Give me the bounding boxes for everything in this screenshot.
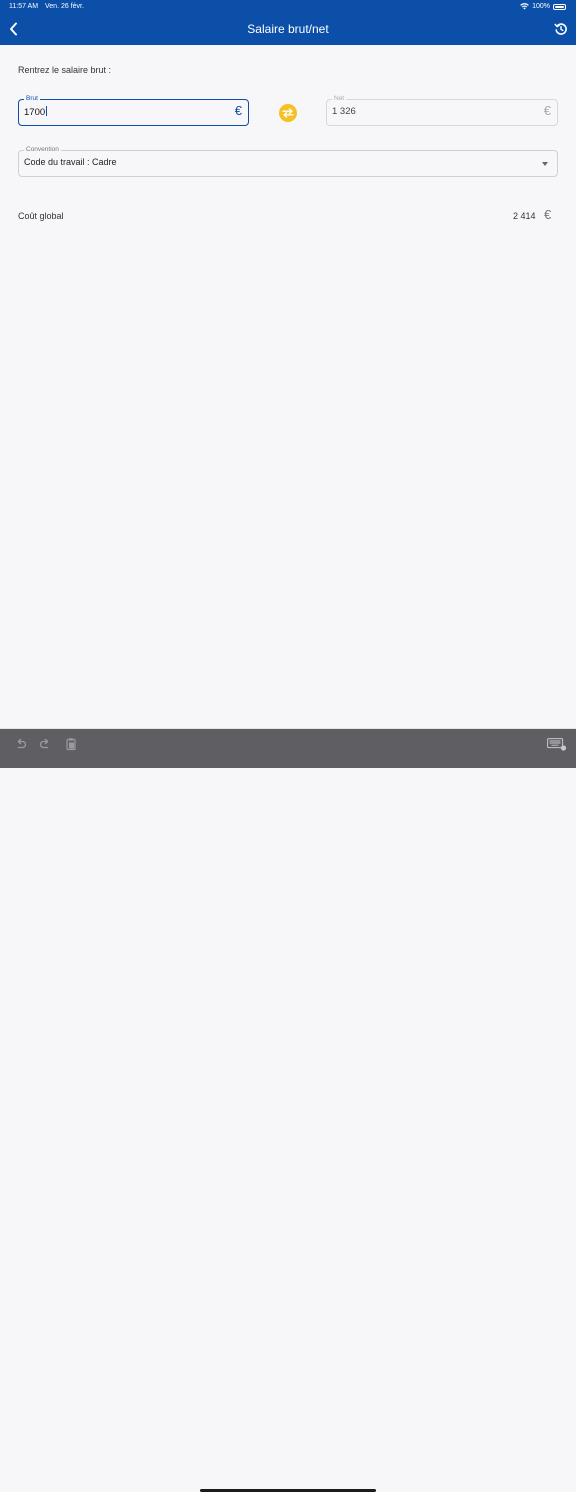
text-cursor xyxy=(46,106,48,116)
wifi-icon xyxy=(520,3,529,10)
euro-icon: € xyxy=(544,207,552,222)
status-time: 11:57 AM xyxy=(9,3,39,10)
paste-icon xyxy=(66,738,76,751)
convention-value: Code du travail : Cadre xyxy=(24,157,117,167)
keyboard-dismiss-button[interactable] xyxy=(547,737,567,751)
status-bar: 11:57 AM Ven. 26 févr. 100% xyxy=(0,0,576,13)
status-date: Ven. 26 févr. xyxy=(45,3,84,10)
undo-icon xyxy=(17,738,27,749)
swap-arrows-icon xyxy=(282,108,294,118)
status-indicators: 100% xyxy=(520,0,566,13)
net-value: 1 326 xyxy=(332,106,356,117)
paste-button[interactable] xyxy=(64,737,78,751)
total-cost-value: 2 414 xyxy=(513,211,536,221)
history-icon xyxy=(554,23,567,35)
brut-value: 1700 xyxy=(24,106,48,118)
redo-icon xyxy=(39,738,49,749)
convention-select[interactable]: Convention Code du travail : Cadre xyxy=(18,146,558,177)
total-cost-label: Coût global xyxy=(18,211,64,221)
net-output[interactable]: Net 1 326 € xyxy=(326,95,558,126)
chevron-down-icon xyxy=(542,162,548,166)
swap-button[interactable] xyxy=(279,104,297,122)
convention-label: Convention xyxy=(24,146,61,153)
navigation-bar: Salaire brut/net xyxy=(0,13,576,45)
brut-input[interactable]: Brut 1700 € xyxy=(18,95,249,126)
keyboard-icon xyxy=(547,738,567,751)
keyboard-toolbar xyxy=(0,729,576,1492)
euro-icon: € xyxy=(543,103,551,118)
battery-percentage: 100% xyxy=(532,3,550,10)
brut-label: Brut xyxy=(24,95,40,102)
battery-icon xyxy=(553,3,566,10)
euro-icon: € xyxy=(234,103,242,118)
redo-button[interactable] xyxy=(38,737,52,751)
undo-button[interactable] xyxy=(14,737,28,751)
net-label: Net xyxy=(332,95,347,102)
input-prompt: Rentrez le salaire brut : xyxy=(18,65,112,75)
page-title: Salaire brut/net xyxy=(247,22,329,36)
history-button[interactable] xyxy=(554,22,568,36)
